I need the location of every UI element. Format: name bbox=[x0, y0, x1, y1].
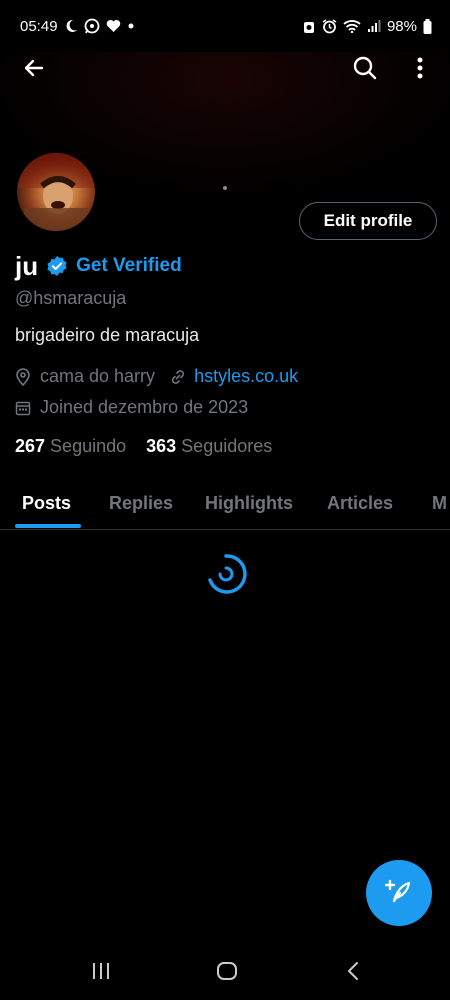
system-nav-bar bbox=[0, 946, 450, 1000]
dot-icon bbox=[127, 22, 135, 30]
banner-indicator bbox=[223, 186, 227, 190]
status-time: 05:49 bbox=[20, 17, 58, 35]
profile-website-link[interactable]: hstyles.co.uk bbox=[194, 366, 298, 387]
whatsapp-icon bbox=[84, 18, 100, 34]
battery-icon bbox=[423, 18, 432, 34]
recent-apps-icon bbox=[91, 962, 111, 985]
link-icon bbox=[169, 368, 187, 386]
home-icon bbox=[216, 961, 238, 986]
system-back-button[interactable] bbox=[333, 956, 373, 990]
tab-posts[interactable]: Posts bbox=[22, 476, 71, 529]
followers-label: Seguidores bbox=[181, 436, 273, 456]
follow-stats: 267 Seguindo 363 Seguidores bbox=[15, 436, 272, 457]
profile-bio: brigadeiro de maracuja bbox=[15, 325, 200, 345]
profile-name-row: ju Get Verified bbox=[15, 248, 182, 284]
profile-handle: @hsmaracuja bbox=[15, 288, 127, 308]
back-button[interactable] bbox=[14, 50, 54, 90]
following-label: Seguindo bbox=[50, 436, 127, 456]
tab-replies[interactable]: Replies bbox=[109, 476, 173, 529]
more-vertical-icon bbox=[416, 56, 424, 85]
heart-icon bbox=[106, 19, 121, 33]
compose-post-button[interactable] bbox=[366, 860, 432, 926]
active-tab-indicator bbox=[15, 524, 81, 528]
profile-tabs: Posts Replies Highlights Articles M bbox=[0, 476, 450, 530]
verified-badge-icon[interactable] bbox=[46, 255, 68, 277]
loading-spinner-icon bbox=[202, 550, 250, 598]
calendar-icon bbox=[15, 399, 33, 417]
home-button[interactable] bbox=[207, 956, 247, 990]
back-icon bbox=[346, 961, 360, 986]
compose-post-icon bbox=[384, 876, 414, 911]
profile-joined-date: Joined dezembro de 2023 bbox=[40, 397, 249, 417]
status-bar: 05:49 98% bbox=[0, 0, 450, 52]
search-button[interactable] bbox=[345, 50, 385, 90]
profile-location: cama do harry bbox=[40, 366, 156, 386]
edit-profile-button[interactable]: Edit profile bbox=[299, 202, 437, 240]
more-options-button[interactable] bbox=[400, 50, 440, 90]
profile-joined-row: Joined dezembro de 2023 bbox=[15, 397, 248, 418]
moon-icon bbox=[64, 19, 78, 33]
arrow-left-icon bbox=[22, 56, 46, 85]
recent-apps-button[interactable] bbox=[81, 956, 121, 990]
battery-text: 98% bbox=[386, 17, 417, 35]
tab-media[interactable]: M bbox=[432, 476, 447, 529]
alarm-clock-icon bbox=[322, 18, 337, 34]
avatar[interactable] bbox=[14, 150, 98, 234]
tab-articles[interactable]: Articles bbox=[327, 476, 393, 529]
wifi-icon bbox=[343, 19, 361, 33]
alarm-icon bbox=[302, 19, 316, 34]
followers-count: 363 bbox=[146, 436, 177, 456]
get-verified-link[interactable]: Get Verified bbox=[76, 255, 182, 277]
followers-link[interactable]: 363 Seguidores bbox=[146, 436, 272, 457]
location-pin-icon bbox=[15, 367, 33, 386]
following-link[interactable]: 267 Seguindo bbox=[15, 436, 126, 457]
profile-location-row: cama do harry hstyles.co.uk bbox=[15, 366, 298, 387]
profile-name: ju bbox=[15, 250, 39, 281]
following-count: 267 bbox=[15, 436, 46, 456]
tab-highlights[interactable]: Highlights bbox=[205, 476, 293, 529]
search-icon bbox=[352, 55, 378, 86]
signal-icon bbox=[367, 19, 381, 33]
